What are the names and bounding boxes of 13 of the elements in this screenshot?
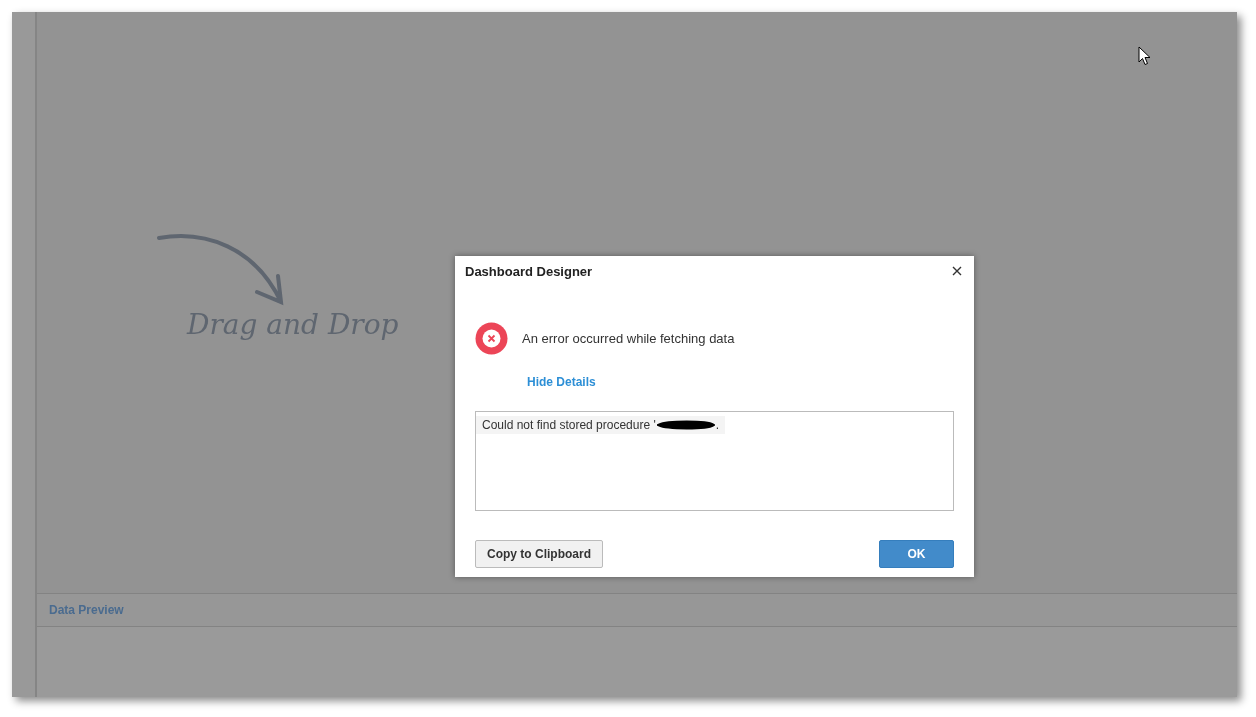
data-preview-title: Data Preview <box>49 603 124 617</box>
close-icon <box>952 266 962 276</box>
close-button[interactable] <box>950 264 964 278</box>
hide-details-link[interactable]: Hide Details <box>527 375 596 389</box>
error-detail: Could not find stored procedure ' <box>482 418 656 432</box>
cursor-icon <box>1138 46 1151 66</box>
redaction-mark <box>656 420 715 430</box>
dialog-title: Dashboard Designer <box>465 263 593 279</box>
ok-button[interactable]: OK <box>879 540 954 568</box>
error-detail-end: . <box>715 418 720 432</box>
copy-button[interactable]: Copy to Clipboard <box>475 540 603 568</box>
error-message: An error occurred while fetching data <box>522 331 735 346</box>
error-icon <box>475 322 508 355</box>
